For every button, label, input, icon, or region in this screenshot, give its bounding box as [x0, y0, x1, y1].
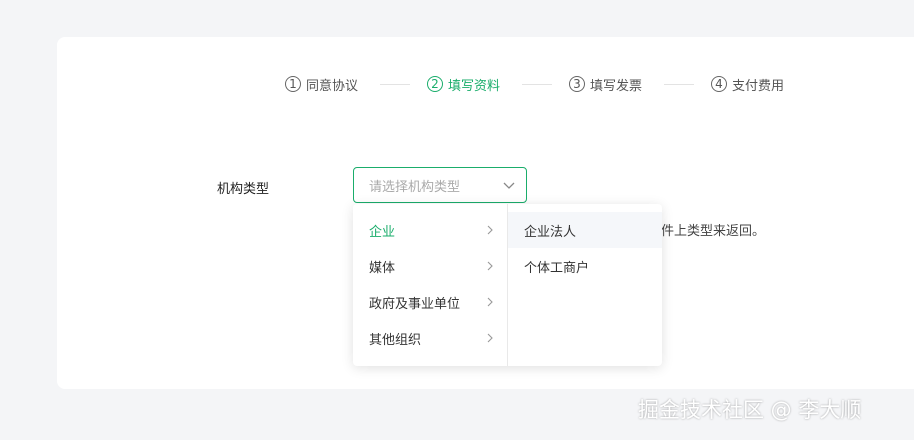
cascader-dropdown: 企业 媒体 政府及事业单位 其他组织 企业法人 个体工商户 — [353, 204, 662, 366]
cascader-level2: 企业法人 个体工商户 — [508, 204, 662, 366]
cascader-level1: 企业 媒体 政府及事业单位 其他组织 — [353, 204, 508, 366]
step-label: 填写资料 — [448, 78, 501, 94]
option-label: 政府及事业单位 — [369, 296, 461, 312]
org-type-placeholder: 请选择机构类型 — [369, 179, 461, 195]
chevron-right-icon — [487, 261, 493, 271]
step-divider — [664, 84, 694, 85]
cascader-option-legal-person[interactable]: 企业法人 — [508, 212, 662, 248]
option-label: 其他组织 — [369, 332, 422, 348]
chevron-down-icon — [503, 182, 515, 189]
step-agree: 1 同意协议 — [285, 74, 358, 94]
step-label: 支付费用 — [732, 78, 785, 94]
cascader-option-enterprise[interactable]: 企业 — [353, 212, 507, 248]
org-type-label: 机构类型 — [217, 182, 270, 197]
step-invoice: 3 填写发票 — [569, 74, 642, 94]
cascader-option-government[interactable]: 政府及事业单位 — [353, 284, 507, 320]
watermark: 掘金技术社区 @ 李大顺 — [638, 398, 862, 422]
option-label: 媒体 — [369, 260, 396, 276]
cascader-option-other[interactable]: 其他组织 — [353, 320, 507, 356]
cascader-option-individual[interactable]: 个体工商户 — [508, 248, 662, 284]
step-number: 2 — [427, 76, 443, 92]
option-label: 企业法人 — [524, 224, 577, 240]
org-type-select[interactable]: 请选择机构类型 — [353, 167, 527, 203]
option-label: 企业 — [369, 224, 396, 240]
chevron-right-icon — [487, 333, 493, 343]
step-number: 4 — [711, 76, 727, 92]
step-divider — [380, 84, 410, 85]
step-number: 1 — [285, 76, 301, 92]
cascader-option-media[interactable]: 媒体 — [353, 248, 507, 284]
step-fill-info: 2 填写资料 — [427, 74, 500, 94]
chevron-right-icon — [487, 225, 493, 235]
step-divider — [522, 84, 552, 85]
step-number: 3 — [569, 76, 585, 92]
step-label: 填写发票 — [590, 78, 643, 94]
option-label: 个体工商户 — [524, 260, 590, 276]
chevron-right-icon — [487, 297, 493, 307]
step-payment: 4 支付费用 — [711, 74, 784, 94]
hint-text: 件上类型来返回。 — [661, 224, 766, 239]
step-label: 同意协议 — [306, 78, 359, 94]
